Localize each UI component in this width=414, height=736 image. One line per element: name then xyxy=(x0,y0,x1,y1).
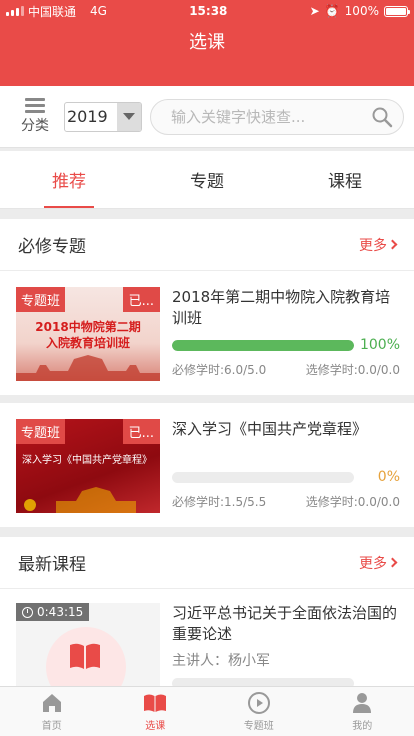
search-box xyxy=(150,98,404,135)
badge: 专题班 xyxy=(16,419,66,444)
category-tabs: 推荐 专题 课程 xyxy=(0,151,414,209)
battery-percent: 100% xyxy=(344,4,379,18)
category-button[interactable]: 分类 xyxy=(20,98,50,135)
search-input[interactable] xyxy=(171,107,371,126)
course-thumbnail: 0:43:15 xyxy=(16,603,160,689)
required-topics-section: 必修专题 更多 专题班 已... 2018中物院第二期 入院教育培训班 2018… xyxy=(0,219,414,527)
chevron-right-icon xyxy=(387,239,398,250)
tabbar-me[interactable]: 我的 xyxy=(311,687,414,736)
more-link[interactable]: 更多 xyxy=(359,553,398,573)
book-icon xyxy=(144,694,167,712)
topic-thumbnail: 专题班 已... 2018中物院第二期 入院教育培训班 xyxy=(16,287,160,381)
year-value: 2019 xyxy=(67,107,108,126)
more-link[interactable]: 更多 xyxy=(359,235,398,255)
more-label: 更多 xyxy=(359,237,387,254)
thumbnail-text: 深入学习《中国共产党章程》 xyxy=(22,455,152,466)
tabbar-home[interactable]: 首页 xyxy=(0,687,104,736)
app-header: 中国联通 4G 15:38 ➤ ⏰ 100% 选课 xyxy=(0,0,414,86)
status-bar: 中国联通 4G 15:38 ➤ ⏰ 100% xyxy=(0,0,414,22)
carrier-name: 中国联通 xyxy=(28,4,77,19)
video-duration: 0:43:15 xyxy=(16,603,90,621)
progress-bar xyxy=(172,471,354,483)
alarm-icon: ⏰ xyxy=(324,4,340,18)
signal-icon xyxy=(6,6,24,16)
elective-hours: 选修学时:0.0/0.0 xyxy=(305,363,400,377)
building-skyline-icon xyxy=(16,355,160,381)
course-title: 深入学习《中国共产党章程》 xyxy=(172,420,368,438)
category-label: 分类 xyxy=(21,118,49,134)
filter-bar: 分类 2019 xyxy=(0,86,414,148)
progress-percent: 0% xyxy=(377,469,400,485)
battery-icon xyxy=(383,5,410,17)
course-card[interactable]: 0:43:15 习近平总书记关于全面依法治国的重要论述 主讲人：杨小军 xyxy=(0,589,414,689)
building-skyline-icon xyxy=(24,487,136,513)
thumbnail-text: 2018中物院第二期 入院教育培训班 xyxy=(35,320,141,350)
dropdown-arrow-icon xyxy=(117,102,141,131)
play-icon xyxy=(247,692,270,714)
course-title: 习近平总书记关于全面依法治国的重要论述 xyxy=(172,604,398,643)
status-badge: 已... xyxy=(122,419,160,444)
status-time: 15:38 xyxy=(189,4,228,18)
more-label: 更多 xyxy=(359,555,387,572)
elective-hours: 选修学时:0.0/0.0 xyxy=(305,495,400,509)
section-title: 最新课程 xyxy=(18,555,86,575)
year-select[interactable]: 2019 xyxy=(64,101,142,132)
section-title: 必修专题 xyxy=(18,237,86,257)
page-title: 选课 xyxy=(189,32,225,53)
open-book-icon xyxy=(70,643,100,669)
latest-courses-section: 最新课程 更多 0:43:15 习近平总书记关于全面依法治国的重要论述 主讲人：… xyxy=(0,537,414,689)
tabbar-topic-class[interactable]: 专题班 xyxy=(207,687,311,736)
topic-card[interactable]: 专题班 已... 深入学习《中国共产党章程》 深入学习《中国共产党章程》 0% … xyxy=(0,395,414,527)
required-hours: 必修学时:1.5/5.5 xyxy=(172,495,267,509)
topic-thumbnail: 专题班 已... 深入学习《中国共产党章程》 xyxy=(16,419,160,513)
lecturer: 主讲人：杨小军 xyxy=(172,653,270,670)
user-icon xyxy=(353,693,372,713)
course-title: 2018年第二期中物院入院教育培训班 xyxy=(172,288,391,327)
topic-card[interactable]: 专题班 已... 2018中物院第二期 入院教育培训班 2018年第二期中物院入… xyxy=(0,271,414,395)
home-icon xyxy=(42,694,61,712)
tabbar-courses[interactable]: 选课 xyxy=(104,687,208,736)
tab-topics[interactable]: 专题 xyxy=(138,151,276,208)
list-icon xyxy=(25,98,45,113)
clock-icon xyxy=(22,606,33,618)
progress-percent: 100% xyxy=(359,337,400,353)
required-hours: 必修学时:6.0/5.0 xyxy=(172,363,267,377)
tab-recommended[interactable]: 推荐 xyxy=(0,151,138,208)
tab-courses[interactable]: 课程 xyxy=(276,151,414,208)
location-icon: ➤ xyxy=(309,4,320,18)
progress-bar xyxy=(172,339,354,351)
network-type: 4G xyxy=(90,4,107,18)
status-badge: 已... xyxy=(122,287,160,312)
progress-fill xyxy=(172,339,354,351)
chevron-right-icon xyxy=(387,557,398,568)
search-icon[interactable] xyxy=(371,106,393,128)
bottom-tab-bar: 首页 选课 专题班 我的 xyxy=(0,686,414,736)
badge: 专题班 xyxy=(16,287,66,312)
